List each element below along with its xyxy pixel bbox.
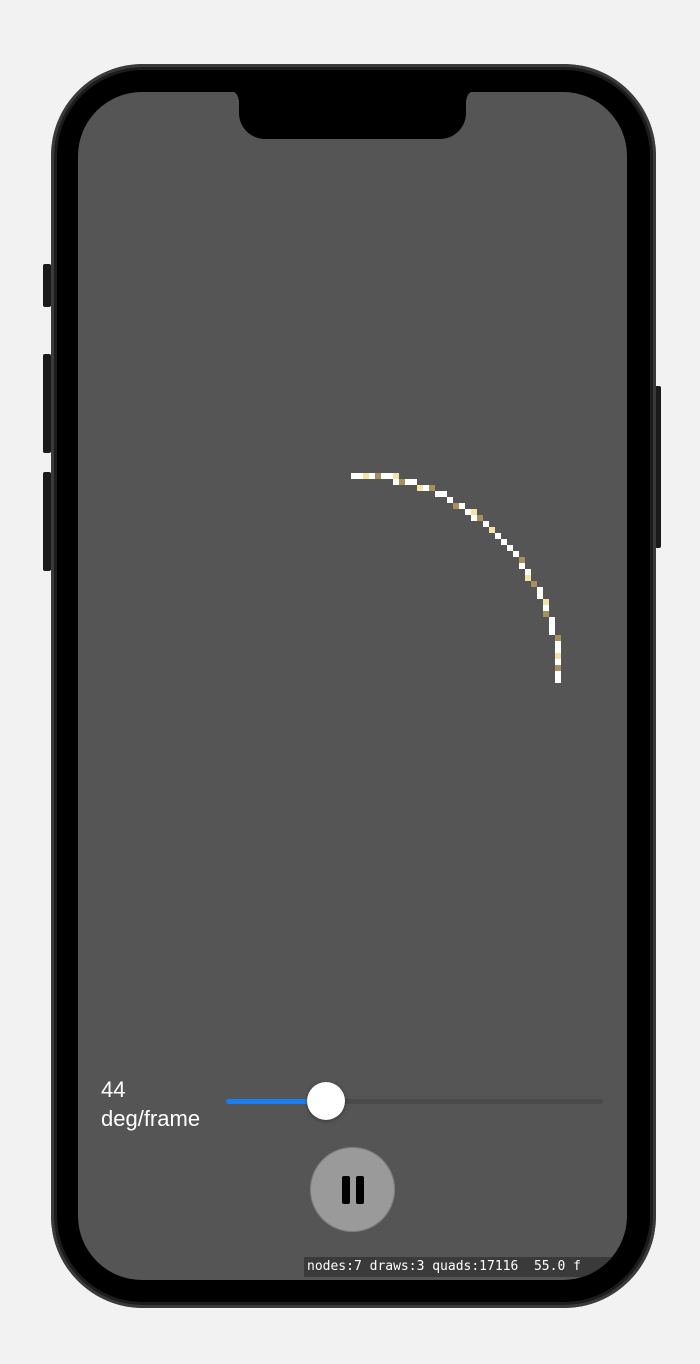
- arc-segment: [525, 575, 531, 581]
- arc-segment: [543, 611, 549, 617]
- arc-segment: [399, 479, 405, 485]
- arc-segment: [537, 593, 543, 599]
- app-screen: 44 deg/frame nodes:7 draws:3 quads:17116…: [78, 92, 627, 1280]
- arc-segment: [507, 545, 513, 551]
- arc-segment: [555, 647, 561, 653]
- arc-segment: [417, 485, 423, 491]
- device-frame: 44 deg/frame nodes:7 draws:3 quads:17116…: [0, 0, 700, 1364]
- arc-segment: [387, 473, 393, 479]
- arc-segment: [495, 533, 501, 539]
- arc-segment: [555, 635, 561, 641]
- arc-segment: [555, 677, 561, 683]
- arc-segment: [405, 479, 411, 485]
- arc-segment: [525, 569, 531, 575]
- arc-segment: [555, 641, 561, 647]
- arc-segment: [369, 473, 375, 479]
- arc-segment: [351, 473, 357, 479]
- arc-segment: [501, 539, 507, 545]
- arc-segment: [555, 665, 561, 671]
- mute-switch: [43, 264, 51, 307]
- arc-segment: [393, 479, 399, 485]
- arc-segment: [549, 623, 555, 629]
- arc-segment: [555, 653, 561, 659]
- pause-icon: [341, 1175, 364, 1204]
- pause-button[interactable]: [310, 1147, 395, 1232]
- speed-value-label: 44: [101, 1077, 126, 1102]
- speed-slider[interactable]: [226, 1082, 603, 1122]
- arc-segment: [519, 557, 525, 563]
- arc-segment: [519, 563, 525, 569]
- arc-segment: [537, 587, 543, 593]
- arc-segment: [447, 497, 453, 503]
- arc-segment: [411, 479, 417, 485]
- arc-segment: [549, 629, 555, 635]
- volume-up-button: [43, 354, 51, 453]
- arc-segment: [435, 491, 441, 497]
- arc-segment: [453, 503, 459, 509]
- arc-segment: [357, 473, 363, 479]
- arc-segment: [471, 509, 477, 515]
- arc-segment: [543, 605, 549, 611]
- speed-unit-label: deg/frame: [101, 1106, 201, 1131]
- volume-down-button: [43, 472, 51, 571]
- arc-segment: [363, 473, 369, 479]
- arc-segment: [375, 473, 381, 479]
- arc-segment: [555, 659, 561, 665]
- arc-segment: [471, 515, 477, 521]
- arc-segment: [381, 473, 387, 479]
- arc-segment: [489, 527, 495, 533]
- arc-segment: [477, 515, 483, 521]
- arc-segment: [531, 581, 537, 587]
- arc-segment: [555, 671, 561, 677]
- arc-segment: [393, 473, 399, 479]
- render-stats-overlay: nodes:7 draws:3 quads:17116 55.0 f: [304, 1257, 627, 1277]
- notch: [229, 92, 476, 139]
- arc-segment: [513, 551, 519, 557]
- slider-thumb[interactable]: [307, 1082, 345, 1120]
- arc-segment: [441, 491, 447, 497]
- arc-segment: [543, 599, 549, 605]
- arc-segment: [429, 485, 435, 491]
- arc-segment: [423, 485, 429, 491]
- arc-segment: [549, 617, 555, 623]
- arc-segment: [483, 521, 489, 527]
- arc-segment: [459, 503, 465, 509]
- arc-segment: [465, 509, 471, 515]
